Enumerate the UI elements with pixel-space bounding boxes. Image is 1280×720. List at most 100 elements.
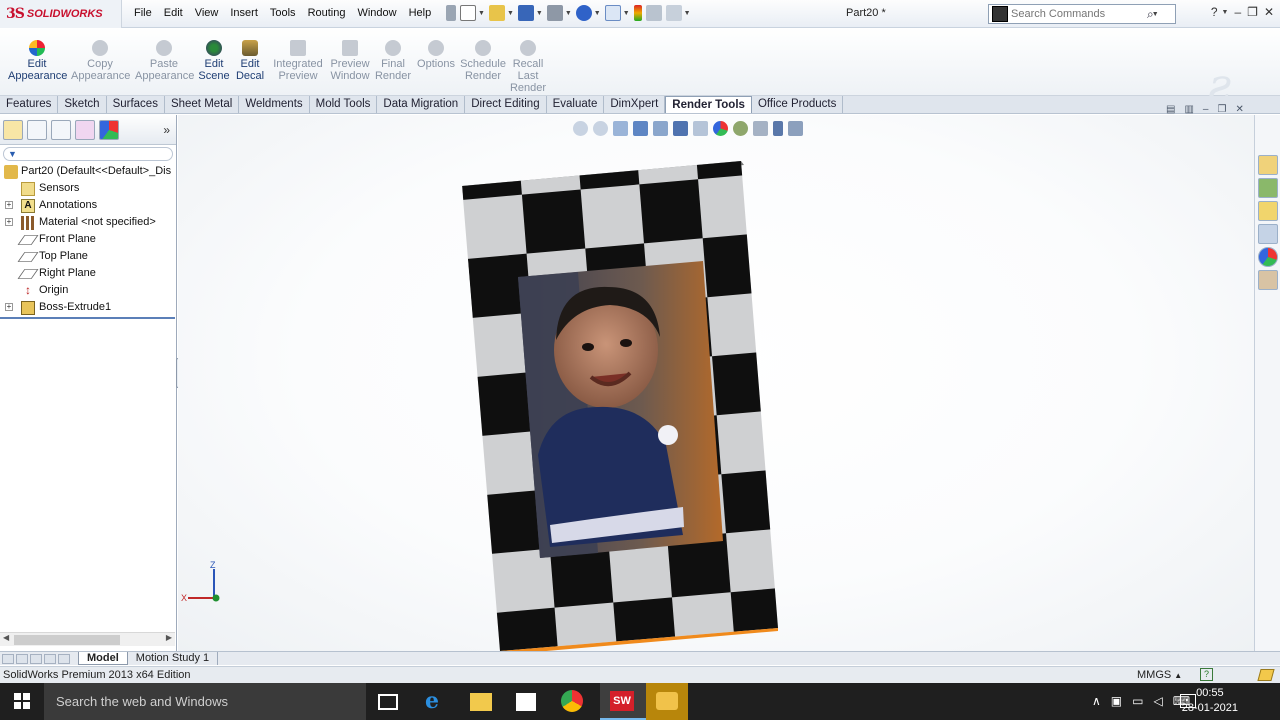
tab-sheet-metal[interactable]: Sheet Metal xyxy=(165,96,240,113)
menu-view[interactable]: View xyxy=(189,7,225,19)
menu-routing[interactable]: Routing xyxy=(302,7,352,19)
tab-evaluate[interactable]: Evaluate xyxy=(547,96,605,113)
tab-weldments[interactable]: Weldments xyxy=(239,96,310,113)
scroll-left-icon[interactable]: ◀ xyxy=(3,633,9,642)
file-explorer-icon[interactable] xyxy=(1257,201,1278,221)
edit-appearance-button[interactable]: Edit Appearance xyxy=(8,40,67,82)
network-icon[interactable]: ▣ xyxy=(1111,694,1122,708)
schedule-render-button[interactable]: Schedule Render xyxy=(460,40,506,82)
configuration-manager-tab-icon[interactable] xyxy=(51,119,71,140)
rollback-bar[interactable] xyxy=(0,317,175,319)
tree-item-sensors[interactable]: Sensors xyxy=(0,180,176,197)
paste-appearance-button[interactable]: Paste Appearance xyxy=(135,40,194,82)
tab-surfaces[interactable]: Surfaces xyxy=(107,96,165,113)
close-icon[interactable]: ✕ xyxy=(1235,104,1243,115)
display-manager-tab-icon[interactable] xyxy=(99,119,119,140)
chevron-down-icon[interactable]: ▼ xyxy=(594,10,601,17)
solidworks-resources-icon[interactable] xyxy=(1257,155,1278,175)
scroll-tabs-icon[interactable] xyxy=(58,653,70,664)
design-library-icon[interactable] xyxy=(1257,178,1278,198)
tree-item-boss-extrude1[interactable]: + Boss-Extrude1 xyxy=(0,299,176,316)
file-explorer-taskbar-icon[interactable] xyxy=(470,693,492,711)
tab-features[interactable]: Features xyxy=(0,96,59,113)
tab-data-migration[interactable]: Data Migration xyxy=(377,96,466,113)
volume-icon[interactable]: ◁ xyxy=(1153,694,1162,708)
edit-scene-button[interactable]: Edit Scene xyxy=(197,40,231,82)
solidworks-taskbar-button[interactable]: SW xyxy=(600,683,646,720)
chevron-down-icon[interactable]: ▼ xyxy=(623,10,630,17)
options-button[interactable]: Options xyxy=(416,40,456,70)
tab-dimxpert[interactable]: DimXpert xyxy=(604,96,666,113)
scroll-right-icon[interactable]: ▶ xyxy=(166,633,172,642)
close-icon[interactable]: ✕ xyxy=(1264,5,1274,19)
options-gear-icon[interactable] xyxy=(665,5,682,21)
integrated-preview-button[interactable]: Integrated Preview xyxy=(271,40,325,82)
windows-start-icon[interactable] xyxy=(14,693,30,709)
taskbar-search[interactable]: Search the web and Windows xyxy=(44,683,366,720)
tree-filter[interactable]: ▼ xyxy=(3,147,173,161)
tab-mold-tools[interactable]: Mold Tools xyxy=(310,96,378,113)
print-icon[interactable] xyxy=(546,5,563,21)
select-arrow-icon[interactable] xyxy=(604,5,621,21)
tab-motion-study-1[interactable]: Motion Study 1 xyxy=(128,652,219,665)
tree-item-front-plane[interactable]: Front Plane xyxy=(0,231,176,248)
status-help-icon[interactable]: ? xyxy=(1200,668,1213,681)
rebuild-status-icon[interactable] xyxy=(1257,669,1275,681)
horizontal-scrollbar[interactable]: ◀ ▶ xyxy=(0,632,175,646)
chevron-down-icon[interactable]: ▼ xyxy=(507,10,514,17)
pin-icon[interactable] xyxy=(446,5,456,21)
save-icon[interactable] xyxy=(517,5,534,21)
help-icon[interactable]: ? xyxy=(1211,5,1218,19)
last-tab-icon[interactable] xyxy=(44,653,56,664)
chevron-down-icon[interactable]: ▼ xyxy=(1152,11,1159,18)
first-tab-icon[interactable] xyxy=(2,653,14,664)
tree-item-annotations[interactable]: + A Annotations xyxy=(0,197,176,214)
menu-tools[interactable]: Tools xyxy=(264,7,302,19)
tree-item-origin[interactable]: ↕ Origin xyxy=(0,282,176,299)
minimize-icon[interactable]: – xyxy=(1203,104,1209,115)
tab-sketch[interactable]: Sketch xyxy=(58,96,107,113)
expand-plus-icon[interactable]: + xyxy=(5,218,13,226)
graphics-area[interactable]: Z X xyxy=(178,115,1254,652)
expand-plus-icon[interactable]: + xyxy=(5,201,13,209)
previous-tab-icon[interactable] xyxy=(16,653,28,664)
tree-item-material[interactable]: + Material <not specified> xyxy=(0,214,176,231)
action-center-icon[interactable] xyxy=(1180,694,1196,708)
tab-direct-editing[interactable]: Direct Editing xyxy=(465,96,547,113)
expand-arrows-icon[interactable]: » xyxy=(163,123,170,137)
menu-edit[interactable]: Edit xyxy=(158,7,189,19)
view-palette-icon[interactable] xyxy=(1257,224,1278,244)
chevron-down-icon[interactable]: ▼ xyxy=(1222,9,1229,16)
task-view-icon[interactable] xyxy=(378,694,398,710)
property-manager-tab-icon[interactable] xyxy=(27,119,47,140)
restore-icon[interactable]: ❐ xyxy=(1247,5,1258,19)
tile-vertical-icon[interactable]: ▥ xyxy=(1184,104,1193,115)
solidworks-logo[interactable]: 3S SOLIDWORKS xyxy=(0,0,122,28)
menu-file[interactable]: File xyxy=(128,7,158,19)
next-tab-icon[interactable] xyxy=(30,653,42,664)
rebuild-icon[interactable] xyxy=(633,5,642,21)
unit-system[interactable]: MMGS ▲ xyxy=(1137,667,1182,684)
new-document-icon[interactable] xyxy=(460,5,476,21)
chevron-down-icon[interactable]: ▼ xyxy=(565,10,572,17)
minimize-icon[interactable]: – xyxy=(1234,5,1241,19)
final-render-button[interactable]: Final Render xyxy=(374,40,412,82)
dimxpert-manager-tab-icon[interactable] xyxy=(75,119,95,140)
undo-icon[interactable] xyxy=(575,5,592,21)
tile-icon[interactable]: ▤ xyxy=(1166,104,1175,115)
model-viewport[interactable] xyxy=(178,115,1254,652)
search-input[interactable] xyxy=(1011,8,1145,20)
chevron-down-icon[interactable]: ▼ xyxy=(684,10,691,17)
menu-help[interactable]: Help xyxy=(403,7,438,19)
scrollbar-thumb[interactable] xyxy=(14,635,120,645)
custom-properties-icon[interactable] xyxy=(1257,270,1278,290)
expand-plus-icon[interactable]: + xyxy=(5,303,13,311)
tab-model[interactable]: Model xyxy=(78,652,128,665)
copy-appearance-button[interactable]: Copy Appearance xyxy=(71,40,130,82)
edge-browser-icon[interactable]: e xyxy=(425,689,451,713)
tree-item-top-plane[interactable]: Top Plane xyxy=(0,248,176,265)
tree-item-right-plane[interactable]: Right Plane xyxy=(0,265,176,282)
chevron-down-icon[interactable]: ▼ xyxy=(536,10,543,17)
recorder-taskbar-button[interactable] xyxy=(646,683,688,720)
tab-render-tools[interactable]: Render Tools xyxy=(665,96,752,113)
